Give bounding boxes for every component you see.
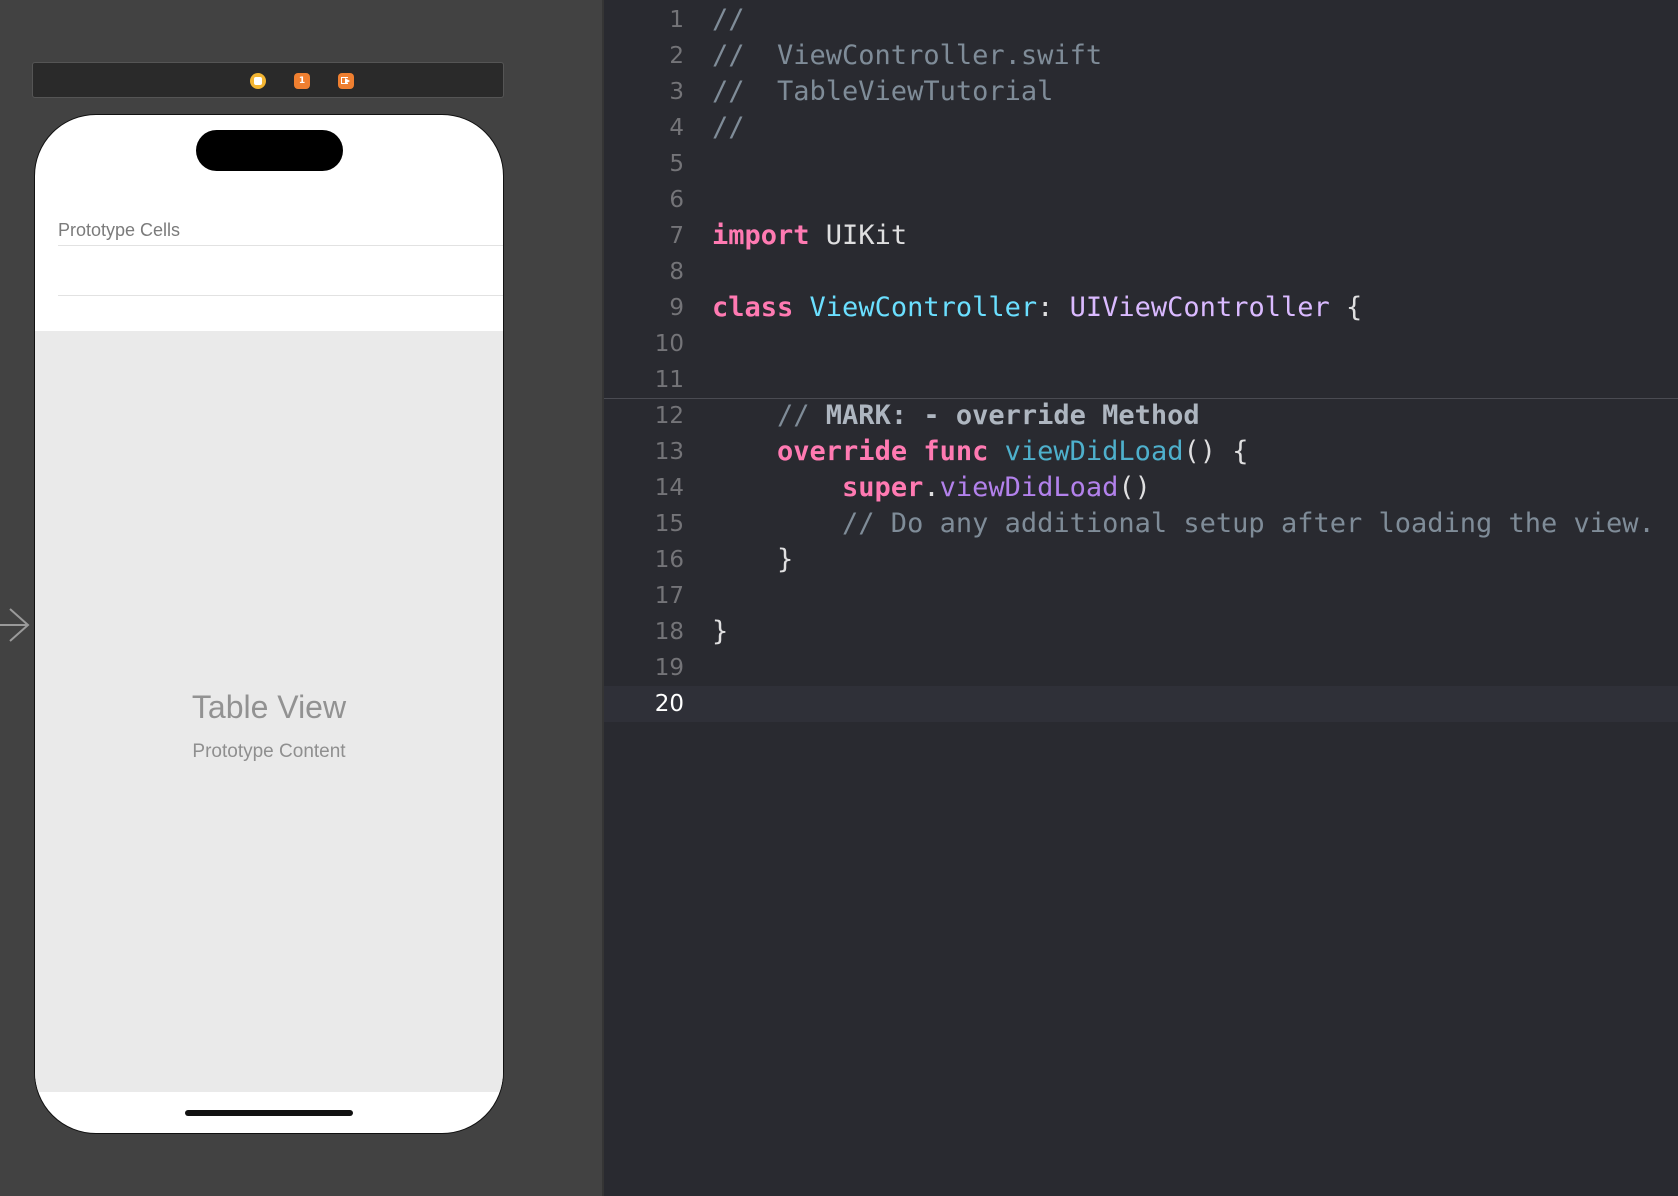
code-line[interactable]: 16 } bbox=[604, 542, 1678, 578]
code-token: UIViewController bbox=[1069, 292, 1330, 323]
code-text: import UIKit bbox=[712, 218, 907, 254]
code-token: MARK: - override Method bbox=[825, 400, 1200, 431]
code-token: // Do any additional setup after loading… bbox=[712, 508, 1655, 539]
code-text: // Do any additional setup after loading… bbox=[712, 506, 1655, 542]
scene-dock: 1 bbox=[32, 62, 504, 98]
code-line[interactable]: 4 // bbox=[604, 110, 1678, 146]
line-number: 1 bbox=[669, 7, 684, 33]
code-line[interactable]: 1 // bbox=[604, 2, 1678, 38]
line-number: 9 bbox=[669, 295, 684, 321]
cell-separator bbox=[58, 295, 503, 296]
code-line[interactable]: 2 // ViewController.swift bbox=[604, 38, 1678, 74]
line-number: 13 bbox=[654, 439, 684, 465]
iphone-scene[interactable]: Prototype Cells Table View Prototype Con… bbox=[34, 114, 504, 1134]
code-line[interactable]: 8 bbox=[604, 254, 1678, 290]
line-number: 16 bbox=[654, 547, 684, 573]
code-token: } bbox=[712, 544, 794, 575]
prototype-cells-header: Prototype Cells bbox=[58, 220, 181, 240]
code-token: // bbox=[712, 4, 745, 35]
exit-icon[interactable] bbox=[338, 73, 354, 89]
code-token: () { bbox=[1183, 436, 1249, 467]
code-token: func bbox=[923, 436, 989, 467]
line-number: 19 bbox=[654, 655, 684, 681]
code-line[interactable]: 11 bbox=[604, 362, 1678, 398]
line-number: 7 bbox=[669, 223, 684, 249]
entry-point-arrow-icon[interactable] bbox=[0, 603, 32, 647]
code-text: override func viewDidLoad() { bbox=[712, 434, 1248, 470]
code-token: . bbox=[923, 472, 940, 503]
code-token: // TableViewTutorial bbox=[712, 76, 1054, 107]
code-token: import bbox=[712, 220, 810, 251]
table-view[interactable]: Table View Prototype Content bbox=[35, 331, 503, 1092]
code-text: // bbox=[712, 2, 745, 38]
code-line[interactable]: 9 class ViewController: UIViewController … bbox=[604, 290, 1678, 326]
line-number: 4 bbox=[669, 115, 684, 141]
code-line[interactable]: 14 super.viewDidLoad() bbox=[604, 470, 1678, 506]
code-text: // TableViewTutorial bbox=[712, 74, 1053, 110]
code-line[interactable]: 3 // TableViewTutorial bbox=[604, 74, 1678, 110]
code-text: } bbox=[712, 614, 728, 650]
line-number: 18 bbox=[654, 619, 684, 645]
line-number: 8 bbox=[669, 259, 684, 285]
line-number: 17 bbox=[654, 583, 684, 609]
code-line[interactable]: 7 import UIKit bbox=[604, 218, 1678, 254]
code-token: // bbox=[712, 400, 826, 431]
line-number: 14 bbox=[654, 475, 684, 501]
code-text: // bbox=[712, 110, 745, 146]
code-text: // ViewController.swift bbox=[712, 38, 1102, 74]
code-line[interactable]: 19 bbox=[604, 650, 1678, 686]
code-line[interactable]: 15 // Do any additional setup after load… bbox=[604, 506, 1678, 542]
code-line[interactable]: 17 bbox=[604, 578, 1678, 614]
storyboard-canvas[interactable]: 1 Prototype Cells Table View Prototype C… bbox=[0, 0, 602, 1196]
line-number: 6 bbox=[669, 187, 684, 213]
code-line[interactable]: 10 bbox=[604, 326, 1678, 362]
code-token: viewDidLoad bbox=[939, 472, 1119, 503]
code-token: } bbox=[712, 616, 729, 647]
line-number: 15 bbox=[654, 511, 684, 537]
code-token: super bbox=[842, 472, 924, 503]
line-number: 20 bbox=[654, 691, 684, 717]
dynamic-island bbox=[196, 130, 343, 171]
line-number: 3 bbox=[669, 79, 684, 105]
code-line[interactable]: 5 bbox=[604, 146, 1678, 182]
code-text: super.viewDidLoad() bbox=[712, 470, 1151, 506]
code-line[interactable]: 12 // MARK: - override Method bbox=[604, 398, 1678, 434]
code-text: // MARK: - override Method bbox=[712, 398, 1200, 434]
code-token: ViewController bbox=[809, 292, 1038, 323]
code-token: class bbox=[712, 292, 794, 323]
table-view-subtitle: Prototype Content bbox=[192, 741, 346, 762]
first-responder-icon[interactable]: 1 bbox=[294, 73, 310, 89]
line-number: 10 bbox=[654, 331, 684, 357]
code-line[interactable]: 20 bbox=[604, 686, 1678, 722]
code-token: // ViewController.swift bbox=[712, 40, 1103, 71]
code-token: { bbox=[1329, 292, 1363, 323]
prototype-cell[interactable] bbox=[35, 246, 503, 295]
code-editor[interactable]: 1 // 2 // ViewController.swift 3 // TableView… bbox=[604, 0, 1678, 1196]
code-token: UIKit bbox=[809, 220, 908, 251]
code-token: () bbox=[1118, 472, 1151, 503]
table-view-title: Table View bbox=[191, 689, 347, 725]
view-controller-icon[interactable] bbox=[250, 73, 266, 89]
code-text: class ViewController: UIViewController { bbox=[712, 290, 1362, 326]
code-token: viewDidLoad bbox=[1004, 436, 1184, 467]
code-token: // bbox=[712, 112, 745, 143]
home-indicator bbox=[185, 1110, 353, 1116]
code-text: } bbox=[712, 542, 793, 578]
code-token: override bbox=[777, 436, 908, 467]
code-line[interactable]: 6 bbox=[604, 182, 1678, 218]
code-line[interactable]: 18} bbox=[604, 614, 1678, 650]
code-token: : bbox=[1037, 292, 1070, 323]
code-line[interactable]: 13 override func viewDidLoad() { bbox=[604, 434, 1678, 470]
line-number: 12 bbox=[654, 403, 684, 429]
line-number: 11 bbox=[654, 367, 684, 393]
line-number: 5 bbox=[669, 151, 684, 177]
line-number: 2 bbox=[669, 43, 684, 69]
